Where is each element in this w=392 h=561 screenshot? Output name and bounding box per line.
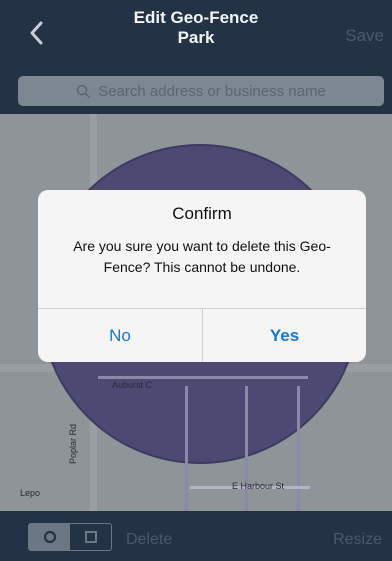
square-shape-icon [84,531,97,543]
search-icon [76,84,90,98]
page-title-line1: Edit Geo-Fence [133,8,259,27]
chevron-left-icon [30,21,43,45]
square-shape-button[interactable] [70,524,111,550]
street-label: Lepo [20,488,41,498]
delete-button[interactable]: Delete [126,531,172,549]
map-road [98,376,308,379]
shape-segmented-control [28,523,112,551]
circle-shape-icon [43,530,56,544]
street-label: Auburst C [112,380,153,390]
dialog-message: Are you sure you want to delete this Geo… [73,238,331,275]
map-road [245,386,248,511]
back-button[interactable] [22,18,52,48]
map-road [185,386,188,511]
search-placeholder: Search address or business name [98,82,326,100]
page-title-line2: Park [177,28,215,47]
bottom-toolbar: Delete Resize [0,511,392,561]
circle-shape-button[interactable] [29,524,70,550]
page-title: Edit Geo-Fence Park [96,8,296,48]
map-road [297,386,300,511]
search-input[interactable]: Search address or business name [18,76,384,106]
resize-button[interactable]: Resize [333,531,382,549]
search-bar-container: Search address or business name [0,70,392,114]
nav-bar: Edit Geo-Fence Park Save [0,0,392,70]
street-label: E Harbour St [232,481,285,491]
confirm-dialog: Confirm Are you sure you want to delete … [38,190,366,362]
no-button[interactable]: No [38,309,202,362]
save-button[interactable]: Save [345,26,384,46]
street-label: Poplar Rd [68,423,78,464]
dialog-title: Confirm [172,204,232,223]
yes-button[interactable]: Yes [202,309,366,362]
